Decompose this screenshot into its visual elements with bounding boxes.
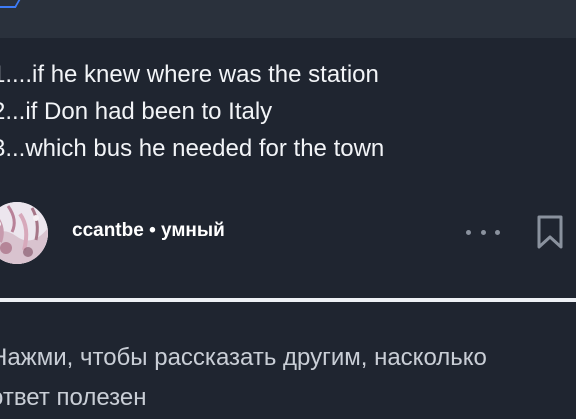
more-icon[interactable] [466,218,500,246]
author-separator: • [143,220,162,241]
author-row: ccantbe • умный [0,200,576,264]
answer-card: 1....if he knew where was the station 2.… [0,0,576,419]
top-strip [0,0,576,38]
accent-mark [0,0,21,8]
more-dot [466,229,471,235]
answer-body: 1....if he knew where was the station 2.… [0,56,384,167]
author-info: ccantbe • умный [72,220,225,242]
author-rank: умный [161,220,225,241]
rating-prompt[interactable]: Нажми, чтобы рассказать другим, наскольк… [0,338,570,418]
answer-line-2: 2...if Don had been to Italy [0,98,273,125]
answer-line-3: 3...which bus he needed for the town [0,135,385,162]
author-username[interactable]: ccantbe [72,220,144,241]
bookmark-glyph [537,215,563,249]
rating-prompt-line-1: Нажми, чтобы рассказать другим, наскольк… [0,344,487,371]
divider [0,298,576,302]
avatar[interactable] [0,202,48,264]
avatar-image [0,202,48,264]
bookmark-icon[interactable] [534,214,566,250]
rating-prompt-line-2: ответ полезен [0,384,147,411]
answer-line-1: 1....if he knew where was the station [0,61,379,88]
more-dot [495,229,500,235]
more-dot [480,229,486,235]
